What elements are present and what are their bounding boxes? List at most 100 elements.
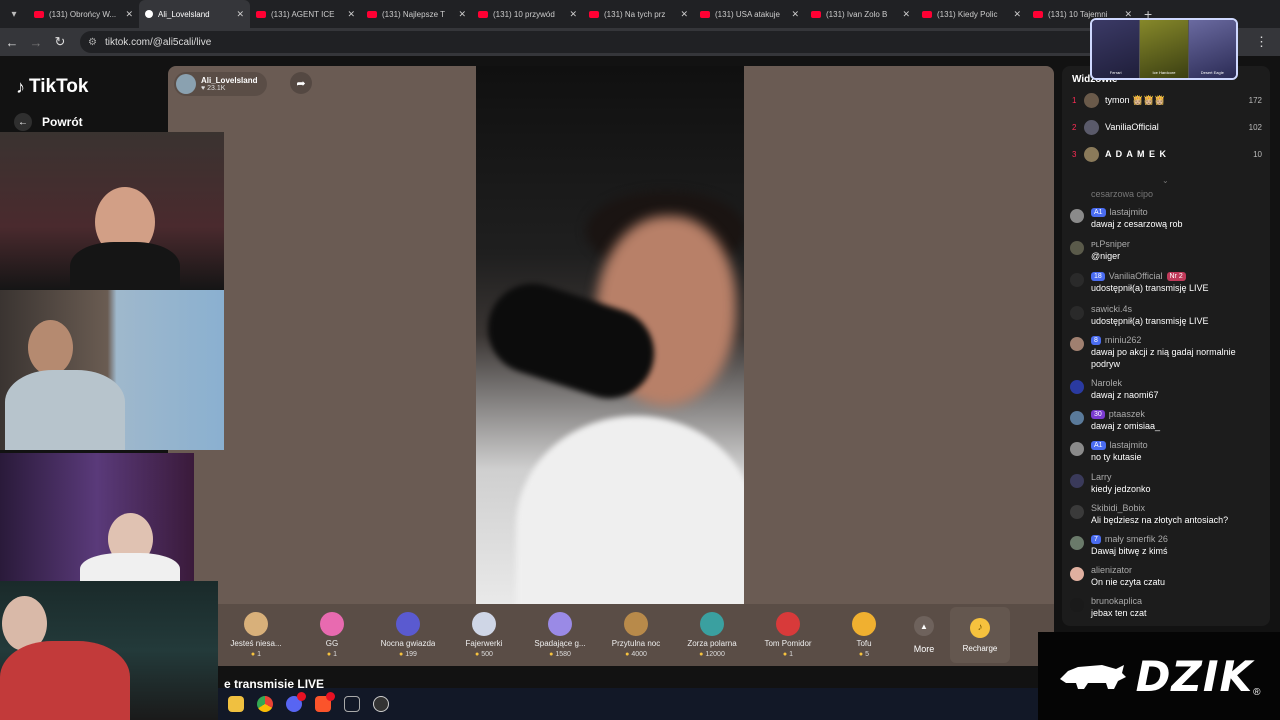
close-icon[interactable]: ✕ (680, 9, 688, 20)
avatar[interactable] (1070, 273, 1084, 287)
back-button[interactable]: ← Powrót (14, 113, 83, 131)
recharge-button[interactable]: ♪ Recharge (950, 607, 1010, 663)
close-icon[interactable]: ✕ (236, 9, 244, 20)
more-gifts-button[interactable]: ▲ More (902, 616, 946, 654)
close-icon[interactable]: ✕ (791, 9, 799, 20)
chat-message: A1 lastajmito dawaj z cesarzową rob (1070, 206, 1266, 230)
chat-username[interactable]: ᴘʟPsniper (1091, 238, 1130, 250)
browser-tab[interactable]: (131) Kiedy Polic ✕ (916, 0, 1027, 28)
browser-tab[interactable]: (131) Obrońcy W... ✕ (28, 0, 139, 28)
chevron-down-icon[interactable]: ⌄ (1162, 176, 1169, 185)
chat-username[interactable]: Larry (1091, 471, 1112, 483)
chat-username[interactable]: Narolek (1091, 377, 1122, 389)
gift-price: 5 (859, 651, 869, 658)
avatar[interactable] (1070, 209, 1084, 223)
gift-item[interactable]: GG 1 (294, 612, 370, 658)
close-icon[interactable]: ✕ (1013, 9, 1021, 20)
viewer-name[interactable]: A D A M E K (1105, 149, 1253, 159)
chat-username[interactable]: Skibidi_Bobix (1091, 502, 1145, 514)
gift-item[interactable]: Jesteś niesa... 1 (218, 612, 294, 658)
chat-username[interactable]: sawicki.4s (1091, 303, 1132, 315)
chat-message: Skibidi_Bobix Ali będziesz na złotych ant… (1070, 502, 1266, 526)
top-viewer-row[interactable]: 3 A D A M E K 10 (1072, 145, 1262, 163)
chat-username[interactable]: VaniliaOfficial (1109, 270, 1163, 282)
site-settings-icon[interactable]: ⚙ (88, 37, 97, 48)
overlay-card: Desert Eagle (1188, 20, 1236, 78)
close-icon[interactable]: ✕ (902, 9, 910, 20)
folder-icon[interactable] (222, 692, 250, 716)
viewer-count: 23.1K (207, 85, 226, 92)
top-viewer-row[interactable]: 1 tymon 👸🏼👸🏼👸🏼 172 (1072, 91, 1262, 109)
gg-icon (320, 612, 344, 636)
tab-search-icon[interactable]: ▾ (0, 0, 28, 28)
browser-tab[interactable]: (131) Najlepsze T ✕ (361, 0, 472, 28)
top-viewer-row[interactable]: 2 VaniliaOfficial 102 (1072, 118, 1262, 136)
tab-title: (131) USA atakuje (715, 9, 780, 19)
chat-username[interactable]: mały smerfik 26 (1105, 533, 1168, 545)
notification-badge (326, 692, 335, 701)
url-input[interactable]: ⚙ tiktok.com/@ali5cali/live (80, 31, 1230, 53)
avatar[interactable] (1084, 146, 1099, 162)
gift-item[interactable]: Przytulna noc 4000 (598, 612, 674, 658)
browser-tab[interactable]: (131) AGENT ICE ✕ (250, 0, 361, 28)
host-avatar[interactable] (176, 74, 196, 94)
xbox-icon[interactable] (338, 692, 366, 716)
chat-username[interactable]: miniu262 (1105, 334, 1142, 346)
discord-icon[interactable] (280, 692, 308, 716)
tiktok-logo[interactable]: ♪ TikTok (16, 76, 88, 98)
close-icon[interactable]: ✕ (125, 9, 133, 20)
chat-username[interactable]: ptaaszek (1109, 408, 1145, 420)
browser-tab[interactable]: (131) USA atakuje ✕ (694, 0, 805, 28)
browser-tab[interactable]: (131) Na tych prz ✕ (583, 0, 694, 28)
gift-item[interactable]: Tofu 5 (826, 612, 902, 658)
avatar[interactable] (1084, 119, 1099, 135)
avatar[interactable] (1070, 567, 1084, 581)
host-info[interactable]: Ali_Lovelsland ♥ 23.1K (174, 72, 268, 96)
gift-item[interactable]: Nocna gwiazda 199 (370, 612, 446, 658)
chat-message: 8 miniu262 dawaj po akcji z nią gadaj norm… (1070, 334, 1266, 370)
gift-item[interactable]: Fajerwerki 500 (446, 612, 522, 658)
live-video[interactable] (476, 66, 744, 604)
chat-username[interactable]: lastajmito (1110, 439, 1148, 451)
avatar[interactable] (1084, 92, 1099, 108)
close-icon[interactable]: ✕ (347, 9, 355, 20)
host-viewers: ♥ 23.1K (201, 85, 226, 92)
browser-tab[interactable]: (131) 10 przywód ✕ (472, 0, 583, 28)
chrome-icon[interactable] (251, 692, 279, 716)
chat-username[interactable]: alienizator (1091, 564, 1132, 576)
avatar[interactable] (1070, 505, 1084, 519)
avatar[interactable] (1070, 442, 1084, 456)
gift-item[interactable]: Tom Pomidor 1 (750, 612, 826, 658)
chat-username[interactable]: lastajmito (1110, 206, 1148, 218)
forward-arrow-icon[interactable]: → (24, 35, 48, 50)
avatar[interactable] (1070, 598, 1084, 612)
chat-username[interactable]: brunokaplica (1091, 595, 1142, 607)
fan-level-badge: 7 (1091, 534, 1101, 544)
close-icon[interactable]: ✕ (458, 9, 466, 20)
browser-tab[interactable]: Ali_Lovelsland ✕ (139, 0, 250, 28)
viewer-name[interactable]: tymon 👸🏼👸🏼👸🏼 (1105, 95, 1249, 106)
brave-icon[interactable] (309, 692, 337, 716)
chat-text: jebax ten czat (1091, 608, 1147, 618)
obs-icon[interactable] (367, 692, 395, 716)
avatar[interactable] (1070, 536, 1084, 550)
browser-menu-icon[interactable]: ⋮ (1255, 34, 1268, 50)
avatar[interactable] (1070, 474, 1084, 488)
house-icon (624, 612, 648, 636)
avatar[interactable] (1070, 411, 1084, 425)
avatar[interactable] (1070, 306, 1084, 320)
avatar[interactable] (1070, 380, 1084, 394)
gift-item[interactable]: Zorza polarna 12000 (674, 612, 750, 658)
avatar[interactable] (1070, 337, 1084, 351)
gift-item[interactable]: Spadające g... 1580 (522, 612, 598, 658)
reload-icon[interactable]: ↻ (48, 34, 72, 50)
host-name[interactable]: Ali_Lovelsland (201, 76, 257, 85)
close-icon[interactable]: ✕ (569, 9, 577, 20)
avatar[interactable] (1070, 241, 1084, 255)
live-player[interactable]: Ali_Lovelsland ♥ 23.1K ➦ Jesteś niesa...… (168, 66, 1054, 666)
browser-tab[interactable]: (131) Ivan Zolo B ✕ (805, 0, 916, 28)
viewer-name[interactable]: VaniliaOfficial (1105, 122, 1249, 132)
share-icon[interactable]: ➦ (290, 72, 312, 94)
fan-level-badge: 18 (1091, 271, 1105, 281)
back-arrow-icon[interactable]: ← (0, 35, 24, 50)
